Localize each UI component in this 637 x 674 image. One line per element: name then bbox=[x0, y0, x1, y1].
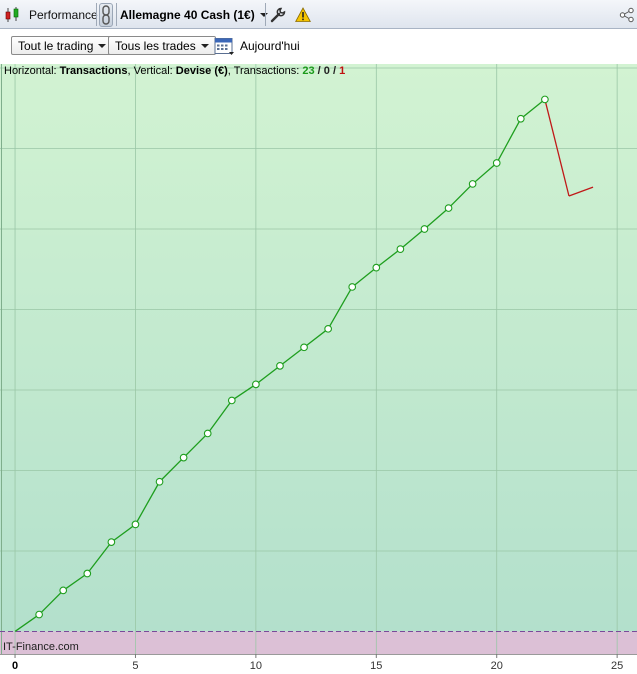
chevron-down-icon bbox=[259, 12, 268, 17]
equity-point bbox=[131, 520, 140, 529]
equity-point bbox=[516, 114, 525, 123]
x-axis-bar bbox=[0, 654, 637, 674]
winning-trades-count: 23 bbox=[302, 65, 315, 77]
equity-point bbox=[348, 283, 357, 291]
count-separator: / bbox=[329, 65, 340, 77]
equity-point bbox=[252, 380, 260, 389]
positive-zone bbox=[0, 64, 637, 632]
x-tick-label: 0 bbox=[12, 660, 18, 672]
x-tick-label: 10 bbox=[250, 660, 262, 672]
performance-tab[interactable]: Performance bbox=[4, 0, 98, 29]
wrench-icon bbox=[270, 7, 286, 23]
negative-zone bbox=[0, 631, 637, 654]
instrument-selector[interactable]: Allemagne 40 Cash (1€) bbox=[120, 0, 268, 29]
x-tick-label: 5 bbox=[132, 660, 138, 672]
equity-point bbox=[300, 343, 308, 352]
chevron-down-icon bbox=[98, 43, 107, 48]
equity-point bbox=[107, 538, 116, 546]
x-tick-label: 15 bbox=[370, 660, 382, 672]
warning-icon bbox=[295, 6, 311, 23]
chart-info-line: Horizontal: Transactions, Vertical: Devi… bbox=[4, 65, 345, 77]
equity-point bbox=[468, 180, 477, 188]
equity-point bbox=[179, 453, 188, 462]
x-tick-label: 20 bbox=[491, 660, 503, 672]
performance-label: Performance bbox=[29, 7, 98, 22]
info-vertical-prefix: , Vertical: bbox=[127, 65, 176, 77]
link-toggle[interactable] bbox=[99, 0, 113, 29]
equity-curve-chart[interactable]: 0 5 10 15 20 25 bbox=[0, 64, 637, 674]
equity-point bbox=[372, 263, 381, 272]
info-horizontal-value: Transactions bbox=[59, 65, 128, 77]
equity-point bbox=[276, 361, 284, 370]
equity-point bbox=[227, 396, 236, 405]
source-label: IT-Finance.com bbox=[3, 641, 79, 653]
equity-point bbox=[492, 159, 501, 167]
info-horizontal-prefix: Horizontal: bbox=[4, 65, 60, 77]
count-separator: / bbox=[314, 65, 324, 77]
share-icon bbox=[619, 7, 635, 23]
trades-filter-label: Tous les trades bbox=[115, 38, 196, 53]
trading-filter-label: Tout le trading bbox=[18, 38, 94, 53]
equity-point bbox=[203, 429, 212, 438]
equity-point bbox=[541, 95, 549, 104]
equity-point bbox=[324, 324, 332, 333]
trades-filter-dropdown[interactable]: Tous les trades bbox=[108, 36, 216, 55]
equity-point bbox=[83, 569, 92, 578]
warning-button[interactable] bbox=[295, 0, 311, 29]
losing-trades-count: 1 bbox=[339, 65, 346, 77]
date-picker[interactable]: Aujourd'hui bbox=[214, 35, 300, 57]
equity-point bbox=[444, 204, 453, 212]
instrument-label: Allemagne 40 Cash (1€) bbox=[120, 7, 255, 22]
equity-point bbox=[396, 245, 405, 253]
equity-point bbox=[35, 610, 43, 619]
calendar-icon bbox=[214, 36, 235, 56]
date-label: Aujourd'hui bbox=[240, 39, 300, 53]
chain-link-icon bbox=[99, 2, 113, 27]
top-toolbar: Performance Allemagne 40 Cash (1€) bbox=[0, 0, 637, 29]
info-vertical-value: Devise (€) bbox=[175, 65, 228, 77]
candlestick-chart-icon bbox=[4, 6, 22, 24]
x-tick-label: 25 bbox=[611, 660, 623, 672]
filter-bar: Tout le trading Tous les trades Aujourd'… bbox=[0, 29, 637, 64]
trading-filter-dropdown[interactable]: Tout le trading bbox=[11, 36, 114, 55]
equity-point bbox=[420, 225, 429, 233]
equity-point bbox=[155, 477, 164, 486]
equity-point bbox=[59, 586, 68, 595]
share-button[interactable] bbox=[619, 0, 635, 29]
settings-button[interactable] bbox=[270, 0, 286, 29]
info-transactions-prefix: , Transactions: bbox=[227, 65, 303, 77]
chevron-down-icon bbox=[200, 43, 209, 48]
